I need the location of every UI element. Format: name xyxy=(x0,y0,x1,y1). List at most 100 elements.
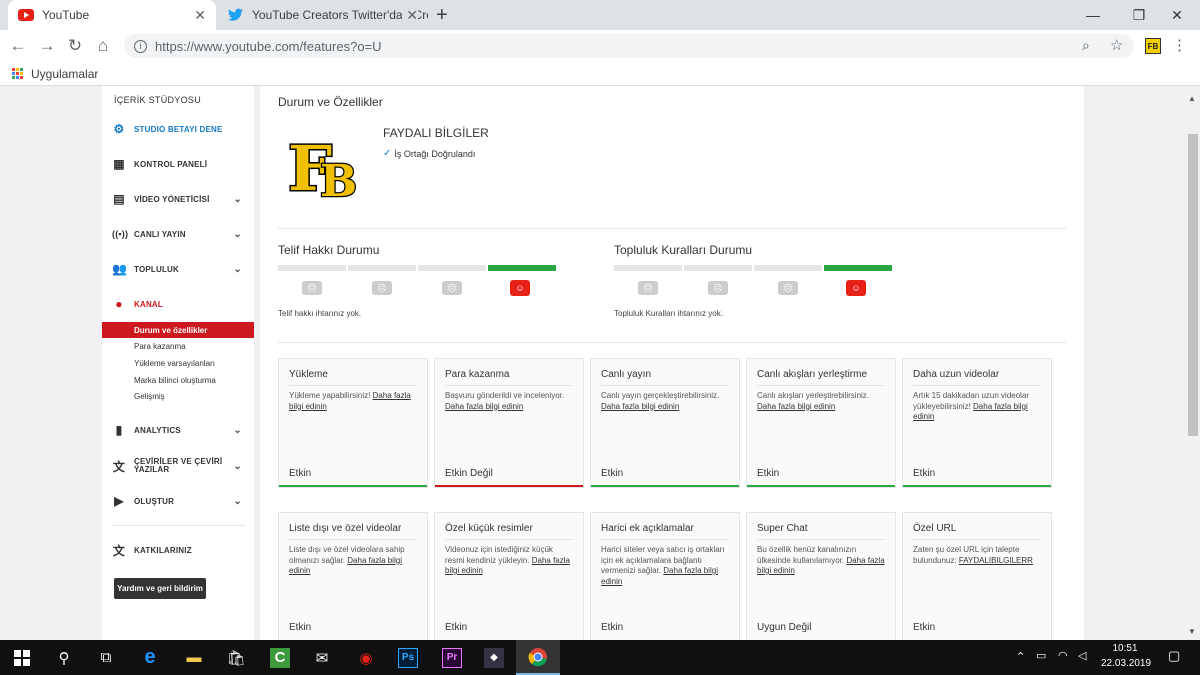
card-desc: Canlı akışları yerleştirebilirsiniz. Dah… xyxy=(757,391,885,412)
close-tab-icon[interactable]: ✕ xyxy=(402,7,418,24)
card-desc-text: Bu özellik henüz kanalınızın ülkesinde k… xyxy=(757,545,857,565)
feature-card[interactable]: Özel küçük resimler Videonuz için istedi… xyxy=(434,512,584,642)
apps-grid-icon[interactable] xyxy=(12,68,23,79)
chevron-down-icon[interactable]: ⌄ xyxy=(233,264,242,275)
new-tab-button[interactable]: + xyxy=(436,4,448,27)
card-status: Uygun Değil xyxy=(757,622,812,633)
tray-chevron-icon[interactable]: ⌃ xyxy=(1016,650,1025,663)
sidebar-item-dashboard[interactable]: ▦ KONTROL PANELİ xyxy=(102,154,254,174)
tab-youtube[interactable]: YouTube ✕ xyxy=(8,0,216,30)
windows-start-icon[interactable] xyxy=(0,640,44,675)
reload-icon[interactable]: ↻ xyxy=(63,34,87,58)
status-bar-active xyxy=(279,485,427,487)
battery-icon[interactable]: ▭ xyxy=(1036,649,1046,662)
minimize-icon[interactable]: — xyxy=(1070,0,1116,30)
bookmarks-bar: Uygulamalar xyxy=(0,62,1200,86)
sidebar-item-video-manager[interactable]: ▤ VİDEO YÖNETİCİSİ ⌄ xyxy=(102,189,254,209)
meter-segment xyxy=(418,265,486,271)
live-icon: ((•)) xyxy=(112,229,129,239)
card-status: Etkin xyxy=(757,468,780,479)
task-view-icon[interactable]: ⧉ xyxy=(84,640,128,675)
feature-card[interactable]: Liste dışı ve özel videolar Liste dışı v… xyxy=(278,512,428,642)
notification-icon[interactable]: ▢ xyxy=(1168,648,1180,664)
sidebar-item-label: KANAL xyxy=(134,299,163,309)
sidebar-item-studio-beta[interactable]: ⚙ STUDIO BETAYI DENE xyxy=(102,119,254,139)
custom-url-link[interactable]: FAYDALIBILGILERR xyxy=(959,556,1033,565)
feature-card[interactable]: Daha uzun videolar Artık 15 dakikadan uz… xyxy=(902,358,1052,488)
home-icon[interactable]: ⌂ xyxy=(91,34,115,58)
zoom-icon[interactable]: ⌕ xyxy=(1082,37,1090,54)
feature-card[interactable]: Canlı yayın Canlı yayın gerçekleştirebil… xyxy=(590,358,740,488)
mail-icon[interactable]: ✉ xyxy=(300,640,344,675)
chevron-down-icon[interactable]: ⌄ xyxy=(233,461,242,472)
help-feedback-button[interactable]: Yardım ve geri bildirim xyxy=(114,578,206,599)
photoshop-icon[interactable]: Ps xyxy=(386,640,430,675)
chevron-down-icon[interactable]: ⌄ xyxy=(233,496,242,507)
learn-more-link[interactable]: Daha fazla bilgi edinin xyxy=(757,402,835,411)
clock-date[interactable]: 22.03.2019 xyxy=(1101,658,1151,669)
volume-icon[interactable]: ◁ xyxy=(1078,649,1086,662)
file-explorer-icon[interactable]: ▬ xyxy=(172,640,216,675)
scrollbar-thumb[interactable] xyxy=(1188,134,1198,436)
learn-more-link[interactable]: Daha fazla bilgi edinin xyxy=(445,402,523,411)
feature-card[interactable]: Para kazanma Başvuru gönderildi ve incel… xyxy=(434,358,584,488)
wifi-icon[interactable]: ◠ xyxy=(1058,649,1068,662)
sidebar-sub-upload-defaults[interactable]: Yükleme varsayılanları xyxy=(102,355,254,371)
sidebar-sub-status-features[interactable]: Durum ve özellikler xyxy=(102,322,254,338)
card-desc-text: Canlı yayın gerçekleştirebilirsiniz. xyxy=(601,391,720,400)
apps-bookmark[interactable]: Uygulamalar xyxy=(31,67,98,81)
bookmark-star-icon[interactable]: ☆ xyxy=(1110,36,1123,54)
feature-card[interactable]: Canlı akışları yerleştirme Canlı akışlar… xyxy=(746,358,896,488)
forward-icon[interactable]: → xyxy=(35,34,59,58)
info-icon[interactable]: i xyxy=(134,39,147,53)
learn-more-link[interactable]: Daha fazla bilgi edinin xyxy=(601,402,679,411)
feature-card[interactable]: Harici ek açıklamalar Harici siteler vey… xyxy=(590,512,740,642)
gear-icon: ⚙ xyxy=(113,122,125,136)
feature-card[interactable]: Super Chat Bu özellik henüz kanalınızın … xyxy=(746,512,896,642)
sidebar-item-label: KONTROL PANELİ xyxy=(134,159,208,169)
sidebar-sub-branding[interactable]: Marka bilinci oluşturma xyxy=(102,372,254,388)
tab-twitter[interactable]: YouTube Creators Twitter'da: "Cre ✕ xyxy=(218,0,428,30)
back-icon[interactable]: ← xyxy=(6,34,30,58)
edge-icon[interactable]: e xyxy=(128,640,172,675)
recorder-icon[interactable]: ◉ xyxy=(344,640,388,675)
camtasia-icon[interactable]: C xyxy=(258,640,302,675)
sidebar-sub-advanced[interactable]: Gelişmiş xyxy=(102,388,254,404)
close-tab-icon[interactable]: ✕ xyxy=(194,7,206,24)
chevron-down-icon[interactable]: ⌄ xyxy=(233,229,242,240)
sidebar-sub-monetization[interactable]: Para kazanma xyxy=(102,338,254,354)
copyright-meter xyxy=(278,265,556,271)
profile-avatar-icon[interactable]: FB xyxy=(1145,38,1161,54)
feature-card[interactable]: Özel URL Zaten şu özel URL için talepte … xyxy=(902,512,1052,642)
sidebar-item-live[interactable]: ((•)) CANLI YAYIN ⌄ xyxy=(102,224,254,244)
create-icon: ▶ xyxy=(114,494,124,508)
scroll-up-icon[interactable]: ▲ xyxy=(1188,94,1196,103)
community-icon: 👥 xyxy=(112,262,128,276)
sidebar-item-label: ÇEVİRİLER VE ÇEVİRİ YAZILAR xyxy=(134,457,223,474)
card-desc: Başvuru gönderildi ve inceleniyor. Daha … xyxy=(445,391,573,412)
sidebar-item-community[interactable]: 👥 TOPLULUK ⌄ xyxy=(102,259,254,279)
chevron-down-icon[interactable]: ⌄ xyxy=(233,425,242,436)
chrome-icon[interactable] xyxy=(516,640,560,675)
premiere-icon[interactable]: Pr xyxy=(430,640,474,675)
address-bar[interactable]: i https://www.youtube.com/features?o=U xyxy=(124,34,1134,58)
sidebar-item-create[interactable]: ▶ OLUŞTUR ⌄ xyxy=(102,491,254,511)
menu-icon[interactable]: ⋮ xyxy=(1172,36,1187,54)
store-icon[interactable]: 🛍 xyxy=(214,640,258,675)
sidebar-item-translations[interactable]: 文 ÇEVİRİLER VE ÇEVİRİ YAZILAR ⌄ xyxy=(102,452,254,480)
sidebar-item-contributions[interactable]: 文 KATKILARINIZ xyxy=(102,540,254,560)
clock-time[interactable]: 10:51 xyxy=(1101,643,1149,654)
sidebar-item-analytics[interactable]: ▮ ANALYTICS ⌄ xyxy=(102,420,254,440)
contributions-icon: 文 xyxy=(112,543,126,558)
chevron-down-icon[interactable]: ⌄ xyxy=(233,194,242,205)
close-window-icon[interactable]: ✕ xyxy=(1154,0,1200,30)
scroll-down-icon[interactable]: ▼ xyxy=(1188,627,1196,636)
search-icon[interactable]: ⚲ xyxy=(42,640,86,675)
app-icon[interactable]: ◆ xyxy=(472,640,516,675)
card-title: Para kazanma xyxy=(445,369,510,380)
meter-segment-active xyxy=(824,265,892,271)
sidebar-item-channel[interactable]: ● KANAL xyxy=(102,294,254,314)
checkmark-icon: ✓ xyxy=(383,148,392,159)
feature-card[interactable]: Yükleme Yükleme yapabilirsiniz! Daha faz… xyxy=(278,358,428,488)
card-status: Etkin xyxy=(913,622,936,633)
